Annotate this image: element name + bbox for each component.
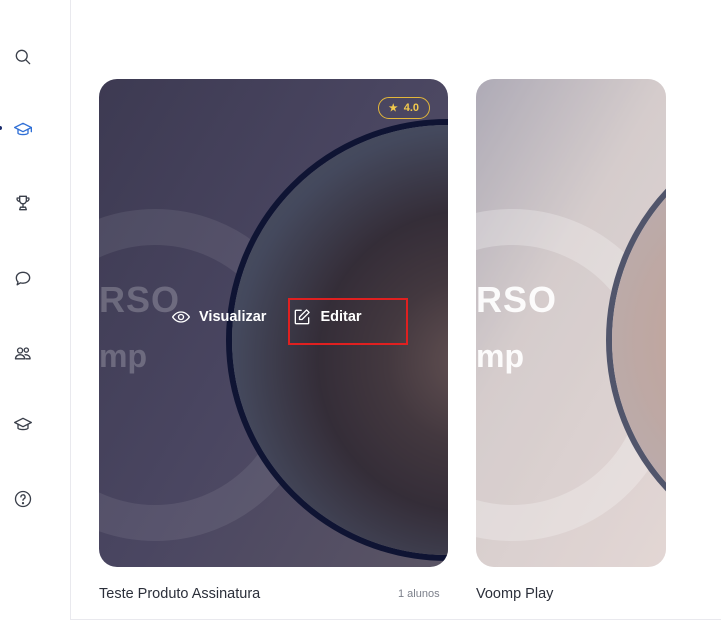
search-icon [15,49,31,65]
sidebar-item-help[interactable] [8,484,38,514]
course-title[interactable]: Voomp Play [476,586,553,602]
sidebar [0,0,71,620]
chat-bubble-icon [15,271,31,286]
student-count: 1 alunos [398,588,440,600]
graduation-cap-icon [14,122,32,136]
sidebar-item-achievements[interactable] [8,188,38,218]
brand-text-line-1: RSO [476,279,558,320]
rating-badge: ★ 4.0 [377,97,430,119]
brand-text-line-2: mp [99,338,147,374]
sidebar-item-courses[interactable] [8,115,38,145]
sidebar-item-chat[interactable] [8,264,38,294]
view-button[interactable]: Visualizar [171,307,266,327]
sidebar-item-search[interactable] [8,42,38,72]
question-circle-icon [14,490,32,508]
view-label: Visualizar [199,309,267,325]
brand-text-line-1: RSO [99,279,181,320]
rating-value: 4.0 [403,102,419,114]
active-indicator [0,126,2,130]
sidebar-item-community[interactable] [8,338,38,368]
sidebar-item-learning[interactable] [8,410,38,440]
graduation-cap-outline-icon [14,417,32,431]
users-icon [14,347,31,360]
course-card[interactable]: RSO mp [476,79,666,567]
brand-text-line-2: mp [476,338,524,374]
edit-highlight-box [288,298,408,345]
trophy-icon [16,195,30,211]
star-icon: ★ [388,102,398,114]
course-title[interactable]: Teste Produto Assinatura [99,586,260,602]
eye-icon [172,311,190,323]
divider [70,619,721,620]
